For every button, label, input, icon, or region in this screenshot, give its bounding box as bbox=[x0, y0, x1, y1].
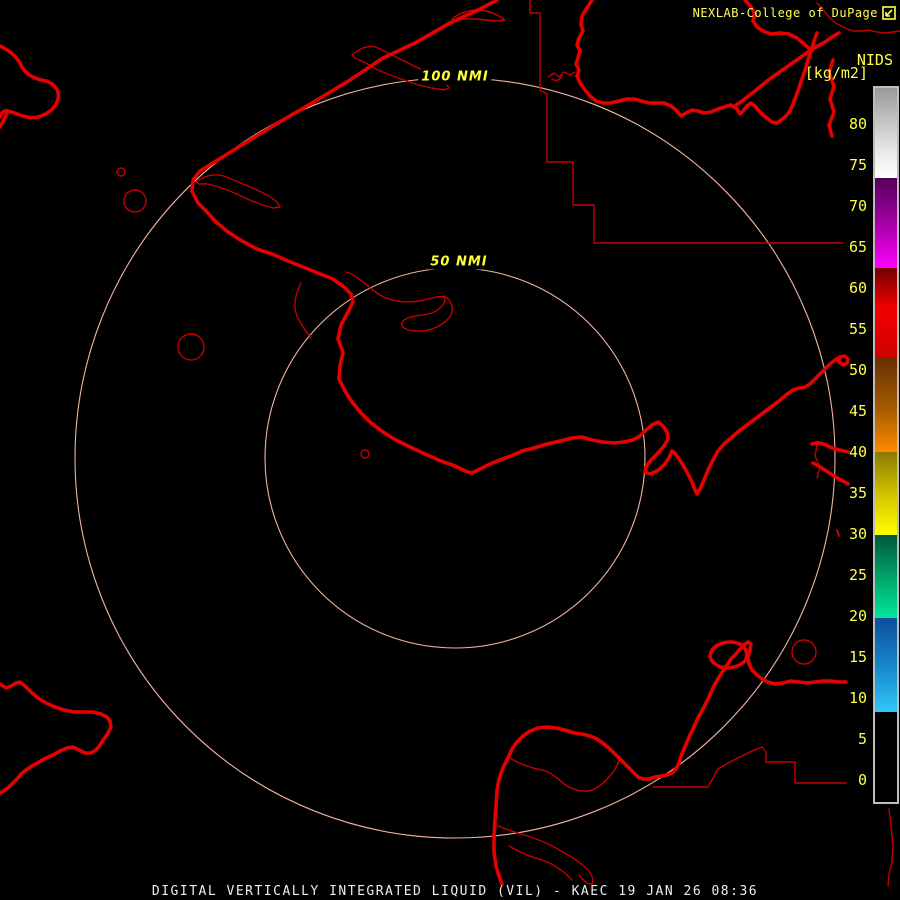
tributary-detail bbox=[547, 71, 576, 82]
nexlab-logo-icon bbox=[882, 6, 896, 20]
colorbar-tick-label: 35 bbox=[848, 484, 867, 502]
map-coastlines-thick bbox=[0, 0, 850, 886]
colorbar-segment bbox=[875, 535, 897, 618]
colorbar bbox=[873, 86, 899, 804]
colorbar-tick-label: 40 bbox=[848, 443, 867, 461]
colorbar-segment bbox=[875, 178, 897, 268]
lake-outline bbox=[177, 333, 205, 361]
colorbar-tick-label: 15 bbox=[848, 648, 867, 666]
colorbar-segment bbox=[875, 618, 897, 712]
colorbar-tick-label: 80 bbox=[848, 115, 867, 133]
coastline-southwest-blob bbox=[0, 680, 113, 795]
coastline-main bbox=[190, 0, 850, 496]
shore-detail bbox=[814, 444, 821, 479]
range-ring-100nmi bbox=[74, 77, 836, 839]
shore-detail bbox=[294, 282, 312, 339]
colorbar-tick-label: 50 bbox=[848, 361, 867, 379]
colorbar-tick-label: 0 bbox=[857, 771, 867, 789]
boundary-right-edge bbox=[887, 808, 894, 887]
range-ring-label-100nmi: 100 NMI bbox=[418, 69, 492, 85]
colorbar-tick-label: 20 bbox=[848, 607, 867, 625]
colorbar-segment bbox=[875, 268, 897, 357]
lake-outline bbox=[791, 639, 817, 665]
colorbar-tick-label: 5 bbox=[857, 730, 867, 748]
product-title: DIGITAL VERTICALLY INTEGRATED LIQUID (VI… bbox=[151, 884, 759, 899]
island-outline bbox=[195, 174, 281, 209]
range-ring-50nmi bbox=[264, 267, 646, 649]
colorbar-tick-label: 25 bbox=[848, 566, 867, 584]
colorbar-tick-label: 30 bbox=[848, 525, 867, 543]
coastline-south bbox=[492, 640, 848, 886]
colorbar-segment bbox=[875, 452, 897, 535]
river-detail bbox=[507, 755, 621, 792]
coastline-northwest-blob bbox=[0, 44, 61, 129]
colorbar-units: [kg/m2] bbox=[804, 64, 868, 82]
radar-map-canvas bbox=[0, 0, 900, 887]
small-lake-outline bbox=[360, 449, 370, 459]
colorbar-tick-label: 10 bbox=[848, 689, 867, 707]
colorbar-tick-label: 65 bbox=[848, 238, 867, 256]
lagoon-outline bbox=[345, 271, 453, 332]
colorbar-tick-label: 75 bbox=[848, 156, 867, 174]
radar-display: NEXLAB-College of DuPage NIDS [kg/m2] 80… bbox=[0, 0, 900, 900]
river-detail bbox=[497, 825, 594, 885]
small-lake-outline bbox=[116, 167, 126, 177]
colorbar-tick-label: 55 bbox=[848, 320, 867, 338]
colorbar-segment bbox=[875, 357, 897, 452]
colorbar-tick-label: 60 bbox=[848, 279, 867, 297]
range-ring-label-50nmi: 50 NMI bbox=[427, 254, 491, 270]
lake-outline bbox=[123, 189, 147, 213]
colorbar-tick-label: 70 bbox=[848, 197, 867, 215]
colorbar-segment bbox=[875, 712, 897, 802]
colorbar-segment bbox=[875, 88, 897, 178]
brand-text: NEXLAB-College of DuPage bbox=[692, 6, 878, 20]
colorbar-tick-label: 45 bbox=[848, 402, 867, 420]
